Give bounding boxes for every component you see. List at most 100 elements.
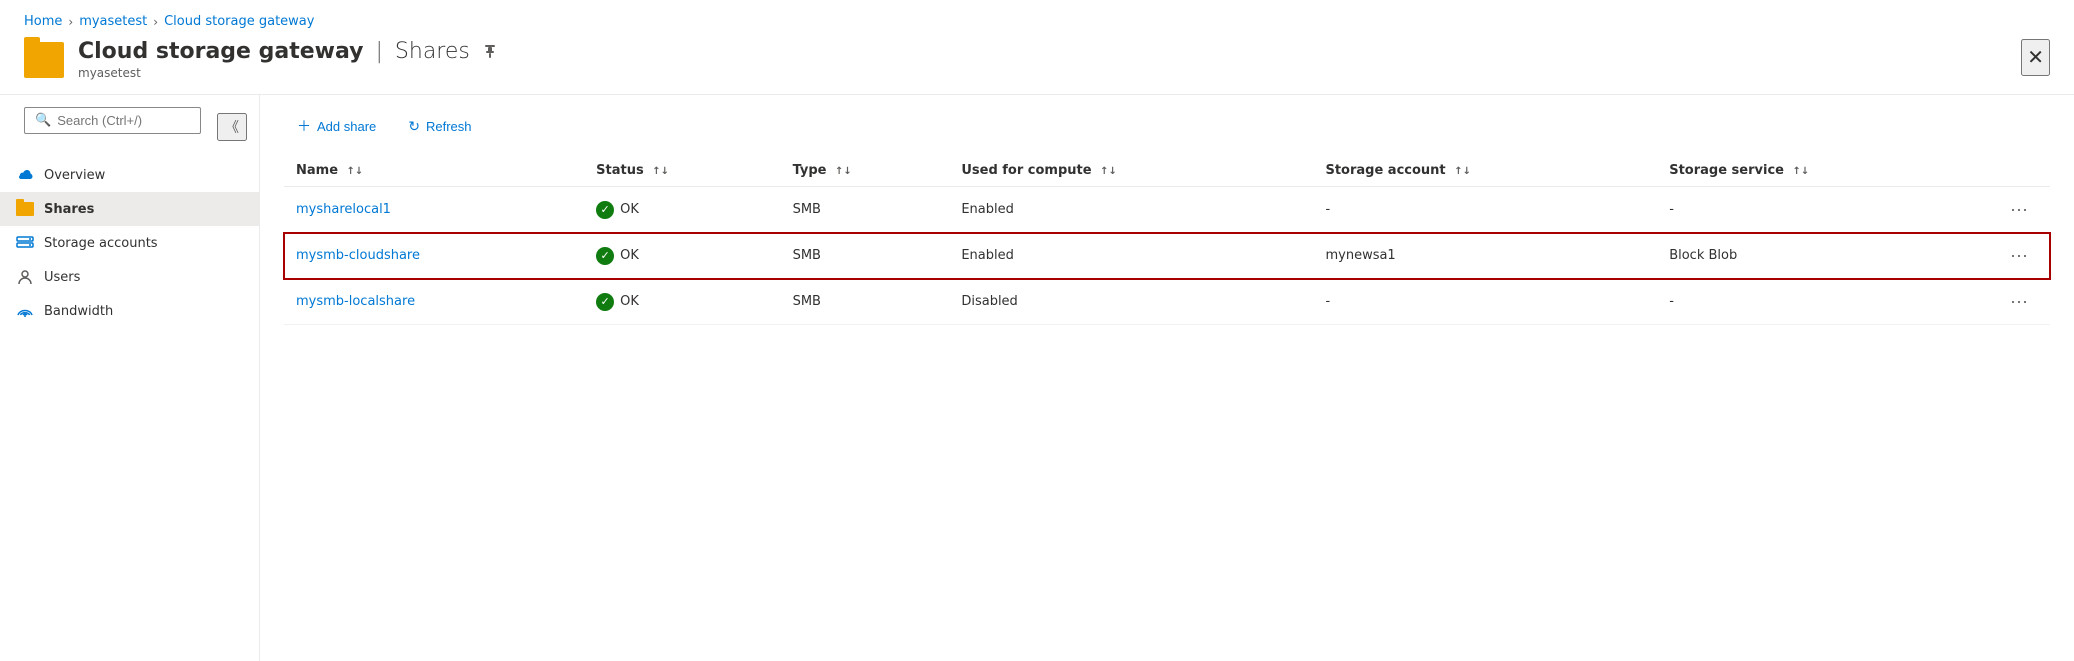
close-button[interactable]: ✕ [2021, 39, 2050, 76]
cell-used-for-compute: Enabled [949, 187, 1313, 233]
status-ok-indicator: OK [596, 293, 768, 311]
cell-actions[interactable]: ··· [1990, 279, 2050, 325]
cell-type: SMB [781, 187, 950, 233]
search-icon: 🔍 [35, 113, 51, 128]
table-row: mysmb-localshareOKSMBDisabled--··· [284, 279, 2050, 325]
header-title-row: Cloud storage gateway | Shares [78, 39, 498, 64]
col-header-storage-service[interactable]: Storage service ↑↓ [1657, 155, 1990, 187]
cell-storage-service: Block Blob [1657, 233, 1990, 279]
add-icon: ＋ [297, 116, 311, 136]
shares-table: Name ↑↓ Status ↑↓ Type ↑↓ Used for com [284, 155, 2050, 325]
cell-storage-account: - [1313, 279, 1657, 325]
col-status-label: Status [596, 163, 644, 178]
cell-name[interactable]: mysmb-cloudshare [284, 233, 584, 279]
sidebar-item-shares[interactable]: Shares [0, 192, 259, 226]
col-header-name[interactable]: Name ↑↓ [284, 155, 584, 187]
col-header-used-for-compute[interactable]: Used for compute ↑↓ [949, 155, 1313, 187]
table-header: Name ↑↓ Status ↑↓ Type ↑↓ Used for com [284, 155, 2050, 187]
status-ok-indicator: OK [596, 201, 768, 219]
cell-type: SMB [781, 279, 950, 325]
col-header-status[interactable]: Status ↑↓ [584, 155, 780, 187]
header-left: Cloud storage gateway | Shares myasetest [24, 39, 498, 80]
more-options-button[interactable]: ··· [2002, 243, 2036, 268]
table-row: mysmb-cloudshare OK SMBEnabledmynewsa1Bloc… [284, 233, 2050, 279]
sort-icon-status[interactable]: ↑↓ [652, 166, 669, 177]
header-title-group: Cloud storage gateway | Shares myasetest [78, 39, 498, 80]
header: Cloud storage gateway | Shares myasetest [0, 39, 2074, 95]
breadcrumb-sep-2: › [153, 15, 158, 29]
sort-icon-storage-service[interactable]: ↑↓ [1793, 166, 1810, 177]
sidebar: 🔍 《 Overview Shares [0, 95, 260, 661]
refresh-button[interactable]: ↻ Refresh [395, 111, 484, 142]
status-dot [596, 201, 614, 219]
sidebar-item-overview[interactable]: Overview [0, 158, 259, 192]
sort-icon-used-for-compute[interactable]: ↑↓ [1100, 166, 1117, 177]
cell-used-for-compute: Disabled [949, 279, 1313, 325]
cell-status: OK [584, 187, 780, 233]
refresh-label: Refresh [426, 119, 472, 134]
sort-icon-name[interactable]: ↑↓ [347, 166, 364, 177]
sidebar-item-users-label: Users [44, 270, 80, 285]
sort-icon-type[interactable]: ↑↓ [835, 166, 852, 177]
toolbar: ＋ Add share ↻ Refresh [284, 95, 2050, 155]
cell-name[interactable]: mysharelocal1 [284, 187, 584, 233]
status-ok-indicator: OK [596, 247, 768, 265]
title-separator: | [375, 39, 382, 64]
cell-actions[interactable]: ··· [1990, 187, 2050, 233]
sidebar-item-bandwidth-label: Bandwidth [44, 304, 113, 319]
breadcrumb-cloud-storage-gateway[interactable]: Cloud storage gateway [164, 14, 314, 29]
folder-icon-nav [16, 200, 34, 218]
content-area: ＋ Add share ↻ Refresh Name ↑↓ [260, 95, 2074, 661]
search-row: 🔍 《 [12, 107, 247, 146]
pin-icon[interactable] [482, 44, 498, 60]
collapse-sidebar-button[interactable]: 《 [217, 113, 247, 141]
search-box[interactable]: 🔍 [24, 107, 201, 134]
breadcrumb-myasetest[interactable]: myasetest [79, 14, 147, 29]
status-dot [596, 247, 614, 265]
more-options-button[interactable]: ··· [2002, 289, 2036, 314]
status-text: OK [620, 294, 639, 309]
sidebar-item-overview-label: Overview [44, 168, 105, 183]
col-name-label: Name [296, 163, 338, 178]
col-header-storage-account[interactable]: Storage account ↑↓ [1313, 155, 1657, 187]
sidebar-item-storage-accounts[interactable]: Storage accounts [0, 226, 259, 260]
cell-storage-account: - [1313, 187, 1657, 233]
col-header-actions [1990, 155, 2050, 187]
col-used-for-compute-label: Used for compute [961, 163, 1091, 178]
cell-status: OK [584, 279, 780, 325]
cell-used-for-compute: Enabled [949, 233, 1313, 279]
add-share-label: Add share [317, 119, 376, 134]
bandwidth-icon [16, 302, 34, 320]
sidebar-item-bandwidth[interactable]: Bandwidth [0, 294, 259, 328]
cell-storage-service: - [1657, 279, 1990, 325]
section-name: Shares [395, 39, 470, 64]
sidebar-item-storage-accounts-label: Storage accounts [44, 236, 158, 251]
breadcrumb: Home › myasetest › Cloud storage gateway [0, 0, 2074, 39]
refresh-icon: ↻ [408, 118, 420, 135]
resource-subtitle: myasetest [78, 66, 498, 80]
sort-icon-storage-account[interactable]: ↑↓ [1454, 166, 1471, 177]
resource-name: Cloud storage gateway [78, 39, 363, 64]
main-area: 🔍 《 Overview Shares [0, 95, 2074, 661]
cloud-icon [16, 166, 34, 184]
resource-icon [24, 42, 64, 78]
cell-storage-account: mynewsa1 [1313, 233, 1657, 279]
more-options-button[interactable]: ··· [2002, 197, 2036, 222]
breadcrumb-home[interactable]: Home [24, 14, 62, 29]
status-dot [596, 293, 614, 311]
cell-status: OK [584, 233, 780, 279]
add-share-button[interactable]: ＋ Add share [284, 109, 389, 143]
status-text: OK [620, 202, 639, 217]
cell-type: SMB [781, 233, 950, 279]
status-text: OK [620, 248, 639, 263]
cell-storage-service: - [1657, 187, 1990, 233]
breadcrumb-sep-1: › [68, 15, 73, 29]
col-storage-service-label: Storage service [1669, 163, 1784, 178]
cell-name[interactable]: mysmb-localshare [284, 279, 584, 325]
sidebar-item-users[interactable]: Users [0, 260, 259, 294]
col-header-type[interactable]: Type ↑↓ [781, 155, 950, 187]
cell-actions[interactable]: ··· [1990, 233, 2050, 279]
search-input[interactable] [57, 113, 190, 128]
table-body: mysharelocal1OKSMBEnabled--···mysmb-clou… [284, 187, 2050, 325]
storage-icon [16, 234, 34, 252]
